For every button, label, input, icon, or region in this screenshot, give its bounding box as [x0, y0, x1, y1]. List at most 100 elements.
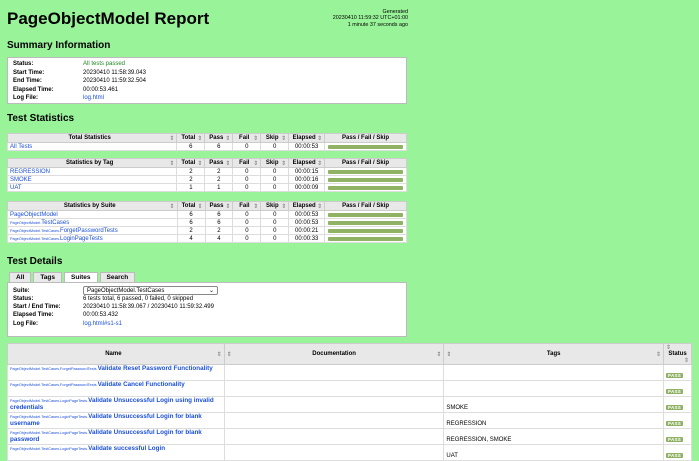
stats-title-header[interactable]: Total Statistics ⇕ — [6, 133, 178, 143]
stats-column-header[interactable]: Fail ⇕ — [232, 133, 262, 143]
stats-pass: 2 — [204, 226, 234, 235]
test-row: PageObjectModel.TestCases.LoginPageTests… — [7, 412, 693, 429]
column-label: Fail — [239, 159, 250, 166]
column-label: Name — [105, 350, 122, 357]
stats-elapsed: 00:00:09 — [288, 183, 326, 192]
stats-column-header[interactable]: Elapsed ⇕ — [288, 201, 326, 211]
stats-elapsed: 00:00:33 — [288, 234, 326, 243]
test-status: PASS — [662, 396, 693, 413]
stats-elapsed: 00:00:15 — [288, 167, 326, 176]
sort-icon: ⇕ — [655, 351, 661, 358]
test-name-cell[interactable]: PageObjectModel.TestCases.LoginPageTests… — [7, 412, 225, 429]
column-label: Total — [181, 134, 196, 141]
stats-row-name[interactable]: PageObjectModel.TestCases.LoginPageTests — [7, 234, 178, 243]
suite-select[interactable]: PageObjectModel.TestCases ⌄ — [83, 286, 218, 295]
stats-column-header[interactable]: Elapsed ⇕ — [288, 158, 326, 168]
pass-bar-fill — [328, 185, 403, 190]
column-label: Pass — [209, 134, 224, 141]
details-box: Suite: PageObjectModel.TestCases ⌄ Status… — [7, 282, 407, 337]
sort-icon: ⇕ — [317, 135, 323, 142]
stats-row-name[interactable]: PageObjectModel.TestCases — [7, 218, 178, 227]
test-name-cell[interactable]: PageObjectModel.TestCases.ForgetPassword… — [7, 364, 225, 381]
test-name-link[interactable]: Validate successful Login — [88, 445, 165, 452]
test-tags: REGRESSION, SMOKE — [443, 428, 664, 445]
sort-icon: ⇕ — [281, 135, 287, 142]
details-log-link[interactable]: log.html#s1-s1 — [83, 321, 122, 327]
tab-suites[interactable]: Suites — [64, 272, 98, 282]
stats-name-link[interactable]: LoginPageTests — [60, 236, 103, 242]
stats-column-header[interactable]: Fail ⇕ — [232, 158, 262, 168]
stats-column-header[interactable]: Skip ⇕ — [260, 133, 290, 143]
stats-total: 2 — [176, 167, 206, 176]
stats-name-link[interactable]: REGRESSION — [10, 169, 50, 175]
test-documentation — [223, 444, 445, 461]
test-name-link[interactable]: Validate Cancel Functionality — [98, 381, 185, 388]
stats-row-name[interactable]: SMOKE — [6, 175, 178, 184]
stats-row-name[interactable]: All Tests — [6, 142, 178, 151]
pass-bar-fill — [328, 169, 403, 174]
summary-value: 20230410 11:59:32.504 — [83, 78, 146, 85]
test-status: PASS — [662, 380, 693, 397]
stats-column-header[interactable]: Skip ⇕ — [260, 201, 290, 211]
stats-column-header[interactable]: Pass ⇕ — [204, 133, 234, 143]
stats-column-header[interactable]: Pass ⇕ — [204, 201, 234, 211]
test-prefix: PageObjectModel.TestCases.ForgetPassword… — [10, 367, 98, 371]
column-label: Pass — [209, 202, 224, 209]
stats-row-name[interactable]: PageObjectModel — [7, 210, 178, 219]
pass-bar-fill — [328, 220, 403, 225]
pass-fail-skip-bar — [324, 226, 407, 235]
stats-column-header[interactable]: Elapsed ⇕ — [288, 133, 326, 143]
column-label: Elapsed — [292, 159, 316, 166]
stats-header-row: Statistics by Tag ⇕ Total ⇕ Pass ⇕ Fail ⇕ Skip ⇕ E… — [6, 158, 407, 168]
stats-row-name[interactable]: UAT — [6, 183, 178, 192]
stats-total: 6 — [176, 210, 206, 219]
test-name-cell[interactable]: PageObjectModel.TestCases.LoginPageTests… — [7, 444, 225, 461]
stats-elapsed: 00:00:16 — [288, 175, 326, 184]
test-name-link[interactable]: Validate Reset Password Functionality — [98, 365, 213, 372]
stats-column-header[interactable]: Total ⇕ — [176, 158, 206, 168]
stats-column-header[interactable]: Fail ⇕ — [232, 201, 262, 211]
suite-stats-table: Statistics by Suite ⇕ Total ⇕ Pass ⇕ Fail ⇕ Skip… — [7, 201, 407, 243]
test-name-cell[interactable]: PageObjectModel.TestCases.LoginPageTests… — [7, 396, 225, 413]
stats-row-name[interactable]: PageObjectModel.TestCases.ForgetPassword… — [7, 226, 178, 235]
sort-icon: ⇕ — [281, 203, 287, 210]
tab-tags[interactable]: Tags — [33, 272, 63, 282]
stats-name-link[interactable]: ForgetPasswordTests — [60, 228, 118, 234]
tests-column-header[interactable]: ⇕ Documentation ⇕ — [223, 343, 445, 365]
stats-name-link[interactable]: All Tests — [10, 144, 32, 150]
stats-fail: 0 — [232, 142, 262, 151]
stats-column-header[interactable]: Total ⇕ — [176, 133, 206, 143]
tests-column-header[interactable]: Name ⇕ — [7, 343, 225, 365]
pass-bar-fill — [328, 228, 403, 233]
tab-all[interactable]: All — [9, 272, 32, 282]
pass-fail-skip-bar — [324, 167, 407, 176]
stats-column-header[interactable]: Total ⇕ — [176, 201, 206, 211]
stats-name-link[interactable]: SMOKE — [10, 177, 32, 183]
stats-column-header[interactable]: Pass ⇕ — [204, 158, 234, 168]
stats-skip: 0 — [260, 210, 290, 219]
suite-label: Suite: — [13, 287, 30, 294]
column-label: Elapsed — [292, 202, 316, 209]
stats-name-link[interactable]: TestCases — [41, 220, 69, 226]
log-file-link[interactable]: log.html — [83, 95, 104, 101]
column-label: Skip — [265, 202, 279, 209]
tests-table: Name ⇕ ⇕ Documentation ⇕ ⇕ Tags ⇕ ⇕ Status ⇕ PageOb… — [7, 343, 693, 461]
stats-row-name[interactable]: REGRESSION — [6, 167, 178, 176]
stats-name-link[interactable]: PageObjectModel — [10, 212, 58, 218]
sort-icon: ⇕ — [197, 135, 203, 142]
summary-key: Start Time: — [13, 69, 45, 76]
sort-icon: ⇕ — [197, 203, 203, 210]
stats-column-header[interactable]: Skip ⇕ — [260, 158, 290, 168]
stats-title-header[interactable]: Statistics by Tag ⇕ — [6, 158, 178, 168]
summary-table: Status: All tests passed Start Time: 20230… — [11, 60, 148, 103]
test-name-cell[interactable]: PageObjectModel.TestCases.LoginPageTests… — [7, 428, 225, 445]
sort-icon: ⇕ — [226, 351, 232, 358]
pass-badge: PASS — [665, 421, 684, 426]
details-value: 20230410 11:58:39.067 / 20230410 11:59:3… — [83, 304, 214, 311]
stats-name-link[interactable]: UAT — [10, 185, 22, 191]
tab-search[interactable]: Search — [99, 272, 136, 282]
test-name-cell[interactable]: PageObjectModel.TestCases.ForgetPassword… — [7, 380, 225, 397]
tests-column-header[interactable]: ⇕ Status ⇕ — [662, 343, 693, 365]
stats-title-header[interactable]: Statistics by Suite ⇕ — [7, 201, 178, 211]
tests-column-header[interactable]: ⇕ Tags ⇕ — [443, 343, 664, 365]
